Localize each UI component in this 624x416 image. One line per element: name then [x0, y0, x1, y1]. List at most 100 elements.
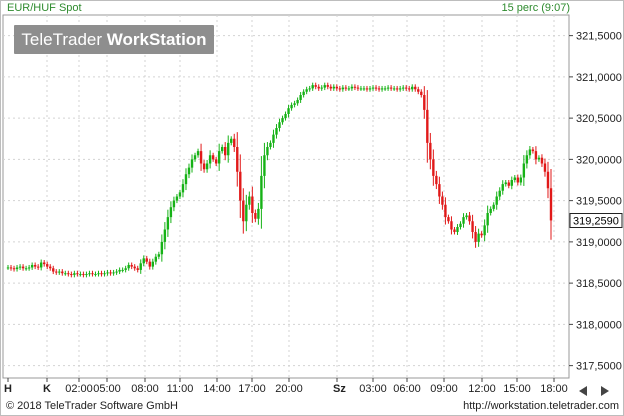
candle-body	[88, 273, 91, 275]
candle-body	[281, 118, 284, 123]
candle-body	[489, 208, 492, 213]
scroll-right-icon[interactable]	[601, 386, 609, 396]
candle-body	[61, 271, 64, 274]
candle-body	[21, 266, 25, 269]
candle-body	[522, 163, 526, 178]
candle-body	[531, 149, 535, 152]
candle-body	[15, 267, 19, 270]
candle-body	[519, 177, 523, 183]
candle-body	[293, 103, 296, 105]
candle-body	[426, 109, 429, 143]
x-tick-label: Sz	[333, 383, 346, 395]
candle-body	[492, 204, 495, 209]
candle-body	[160, 241, 164, 255]
candle-body	[456, 227, 459, 232]
x-tick-label: 11:00	[167, 383, 194, 395]
candle-body	[187, 167, 191, 175]
candle-body	[299, 95, 302, 100]
candle-body	[411, 86, 414, 90]
candle-body	[287, 108, 290, 114]
candle-body	[290, 104, 293, 109]
candle-body	[142, 258, 145, 264]
candle-body	[374, 87, 378, 89]
y-tick-label: 317,5000	[576, 361, 622, 373]
candle-body	[233, 138, 236, 147]
candle-body	[417, 89, 420, 92]
candle-body	[43, 262, 46, 265]
candle-body	[130, 264, 133, 267]
candle-body	[272, 134, 275, 143]
candle-body	[495, 196, 498, 205]
candle-body	[308, 88, 311, 90]
candle-body	[444, 204, 447, 218]
candle-body	[33, 264, 37, 267]
candle-body	[82, 274, 85, 276]
candle-body	[245, 204, 248, 222]
candle-body	[435, 175, 438, 185]
candle-body	[27, 267, 31, 269]
candle-body	[525, 155, 529, 164]
y-tick-label: 320,0000	[576, 154, 622, 166]
candle-body	[239, 171, 242, 201]
candle-body	[58, 271, 61, 273]
candle-body	[263, 155, 266, 176]
candle-body	[510, 180, 513, 186]
candle-body	[154, 256, 158, 262]
candle-body	[70, 274, 73, 276]
candle-body	[175, 196, 179, 201]
candle-body	[39, 262, 43, 268]
instrument-title: EUR/HUF Spot	[7, 2, 82, 14]
candle-body	[408, 88, 411, 90]
candle-body	[326, 85, 329, 87]
candle-body	[365, 88, 369, 90]
candle-body	[311, 85, 314, 89]
candle-body	[30, 264, 34, 268]
candle-body	[302, 91, 305, 96]
candle-body	[368, 88, 372, 90]
y-tick-label: 319,5000	[576, 196, 622, 208]
candle-body	[314, 85, 317, 87]
scroll-left-icon[interactable]	[579, 386, 587, 396]
candle-body	[157, 254, 161, 257]
candle-body	[405, 87, 408, 89]
candle-body	[359, 88, 363, 90]
candle-body	[172, 200, 176, 208]
candle-body	[471, 221, 474, 232]
candle-body	[224, 147, 227, 156]
candle-body	[217, 151, 221, 164]
candle-body	[477, 233, 480, 242]
candle-body	[401, 87, 405, 89]
candle-body	[193, 155, 197, 160]
website-link[interactable]: http://workstation.teletrader.com	[463, 400, 619, 412]
candle-body	[121, 269, 124, 271]
candle-body	[100, 273, 103, 275]
candle-body	[468, 215, 471, 222]
candle-body	[420, 91, 423, 96]
x-tick-label: 18:00	[540, 383, 568, 395]
candle-body	[49, 266, 52, 269]
candle-body	[266, 147, 269, 156]
candle-body	[507, 182, 510, 186]
candle-body	[447, 217, 450, 222]
chart-canvas[interactable]: 317,5000 318,0000 318,5000 319,0000 319,5000…	[0, 0, 624, 416]
candle-body	[181, 184, 185, 193]
candle-body	[67, 273, 70, 275]
candle-body	[501, 184, 504, 191]
candle-body	[483, 225, 486, 236]
y-tick-label: 320,5000	[576, 113, 622, 125]
candle-body	[462, 217, 465, 224]
candle-body	[112, 272, 115, 274]
candle-body	[386, 87, 390, 89]
candle-body	[133, 266, 136, 269]
candle-body	[145, 258, 148, 262]
candle-body	[513, 177, 516, 180]
candle-body	[516, 177, 520, 183]
x-tick-label: 09:00	[430, 383, 458, 395]
candle-body	[504, 182, 507, 185]
candle-body	[453, 229, 456, 232]
scroll-arrows[interactable]	[577, 385, 621, 397]
candle-body	[323, 85, 326, 88]
candle-body	[350, 86, 354, 89]
x-tick-label: 15:00	[503, 383, 531, 395]
candle-body	[12, 268, 16, 270]
